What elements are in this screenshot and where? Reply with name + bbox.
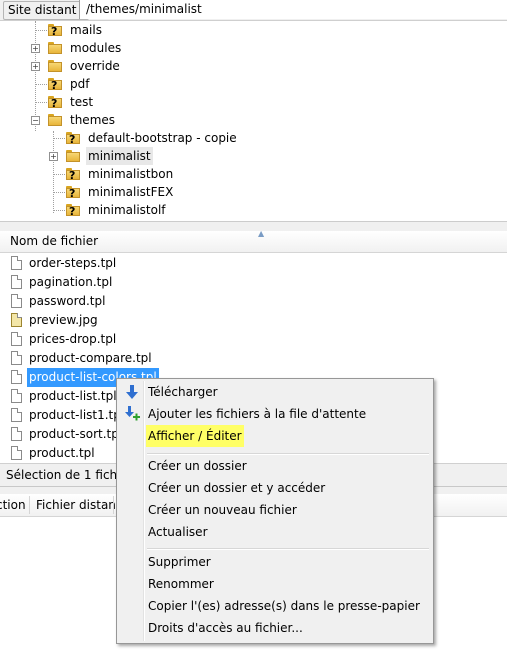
tree-item-label: minimalistbon <box>88 167 174 181</box>
menu-item-label: Renommer <box>148 577 214 591</box>
file-list-header: Nom de fichier ▲ <box>0 229 507 253</box>
file-name: password.tpl <box>29 294 106 308</box>
file-icon <box>11 389 22 403</box>
unknown-folder-icon: ? <box>66 204 80 218</box>
menu-item-file-permissions[interactable]: Droits d'accès au fichier... <box>120 617 430 639</box>
file-icon <box>11 275 22 289</box>
file-icon <box>11 332 22 346</box>
tree-branch-line <box>35 84 47 85</box>
unknown-folder-icon: ? <box>66 186 80 200</box>
file-name: order-steps.tpl <box>29 256 117 270</box>
remote-site-bar: Site distant : /themes/minimalist <box>0 0 507 21</box>
column-header-filename[interactable]: Nom de fichier <box>10 234 98 248</box>
file-icon <box>11 427 22 441</box>
file-icon <box>11 351 22 365</box>
menu-item-label: Ajouter les fichiers à la file d'attente <box>148 407 367 421</box>
menu-item-label: Supprimer <box>148 555 211 569</box>
file-name: product-sort.tpl <box>29 427 123 441</box>
menu-item-label: Créer un dossier et y accéder <box>148 481 326 495</box>
tree-guide-line <box>53 131 54 213</box>
tree-item-label: minimalistFEX <box>88 185 174 199</box>
expand-plus-icon[interactable]: + <box>31 44 40 53</box>
file-name: product-list1.tpl <box>29 408 125 422</box>
collapse-minus-icon[interactable]: − <box>31 116 40 125</box>
tree-item-label: override <box>70 59 120 73</box>
download-arrow-icon <box>126 385 138 399</box>
selection-status-text: Sélection de 1 fichie <box>6 468 128 482</box>
unknown-folder-icon: ? <box>66 168 80 182</box>
menu-item-label: Copier l'(es) adresse(s) dans le presse-… <box>148 599 420 613</box>
remote-path-input[interactable]: /themes/minimalist <box>79 0 507 19</box>
tree-branch-line <box>53 210 65 211</box>
menu-item-label: Afficher / Éditer <box>146 425 244 447</box>
menu-item-label: Actualiser <box>148 525 208 539</box>
remote-site-label: Site distant : <box>3 1 90 20</box>
image-file-icon <box>11 313 22 327</box>
tree-item-label: default-bootstrap - copie <box>88 131 237 145</box>
menu-item-rename[interactable]: Renommer <box>120 573 430 595</box>
expand-plus-icon[interactable]: + <box>49 152 58 161</box>
tree-item-label: minimalistolf <box>88 203 166 217</box>
tree-item-label: themes <box>70 113 116 127</box>
menu-item-label: Créer un dossier <box>148 459 247 473</box>
tree-item-label: test <box>70 95 94 109</box>
tree-branch-line <box>53 138 65 139</box>
file-name: prices-drop.tpl <box>29 332 117 346</box>
tree-item-label: modules <box>70 41 122 55</box>
menu-item-label: Créer un nouveau fichier <box>148 503 297 517</box>
remote-directory-tree[interactable]: ? mails + modules + override ? pdf ? tes… <box>0 21 507 221</box>
unknown-folder-icon: ? <box>48 78 62 92</box>
tree-branch-line <box>35 30 47 31</box>
context-menu: Télécharger Ajouter les fichiers à la fi… <box>116 378 434 644</box>
menu-item-delete[interactable]: Supprimer <box>120 551 430 573</box>
menu-item-copy-address[interactable]: Copier l'(es) adresse(s) dans le presse-… <box>120 595 430 617</box>
menu-item-view-edit[interactable]: Afficher / Éditer <box>120 425 430 447</box>
folder-icon <box>48 42 62 54</box>
menu-item-create-new-file[interactable]: Créer un nouveau fichier <box>120 499 430 521</box>
file-name: pagination.tpl <box>29 275 113 289</box>
tree-item-label: minimalist <box>86 147 153 165</box>
menu-item-create-folder[interactable]: Créer un dossier <box>120 455 430 477</box>
file-icon <box>11 370 22 384</box>
column-header-direction[interactable]: ction <box>0 494 26 516</box>
unknown-folder-icon: ? <box>48 24 62 38</box>
open-folder-icon <box>48 114 62 126</box>
add-to-queue-icon <box>125 406 140 421</box>
menu-item-create-folder-and-enter[interactable]: Créer un dossier et y accéder <box>120 477 430 499</box>
menu-item-refresh[interactable]: Actualiser <box>120 521 430 543</box>
file-name: product-compare.tpl <box>29 351 152 365</box>
unknown-folder-icon: ? <box>48 96 62 110</box>
unknown-folder-icon: ? <box>66 132 80 146</box>
file-icon <box>11 294 22 308</box>
menu-item-label: Droits d'accès au fichier... <box>148 621 303 635</box>
sort-ascending-icon: ▲ <box>258 229 265 238</box>
file-icon <box>11 446 22 460</box>
menu-item-label: Télécharger <box>148 385 218 399</box>
column-divider[interactable] <box>113 496 114 514</box>
tree-item-label: mails <box>70 23 102 37</box>
menu-item-add-to-queue[interactable]: Ajouter les fichiers à la file d'attente <box>120 403 430 425</box>
folder-icon <box>66 150 80 162</box>
menu-separator <box>147 548 429 550</box>
expand-plus-icon[interactable]: + <box>31 62 40 71</box>
tree-branch-line <box>35 102 47 103</box>
file-name: preview.jpg <box>29 313 98 327</box>
file-icon <box>11 256 22 270</box>
tree-branch-line <box>53 192 65 193</box>
file-icon <box>11 408 22 422</box>
file-name: product-list.tpl <box>29 389 117 403</box>
tree-item-label: pdf <box>70 77 90 91</box>
menu-item-download[interactable]: Télécharger <box>120 381 430 403</box>
folder-icon <box>48 60 62 72</box>
tree-guide-line <box>35 21 36 131</box>
file-name: product.tpl <box>29 446 95 460</box>
tree-branch-line <box>53 174 65 175</box>
column-header-remote-file[interactable]: Fichier distant <box>36 494 121 516</box>
column-divider[interactable] <box>29 496 30 514</box>
